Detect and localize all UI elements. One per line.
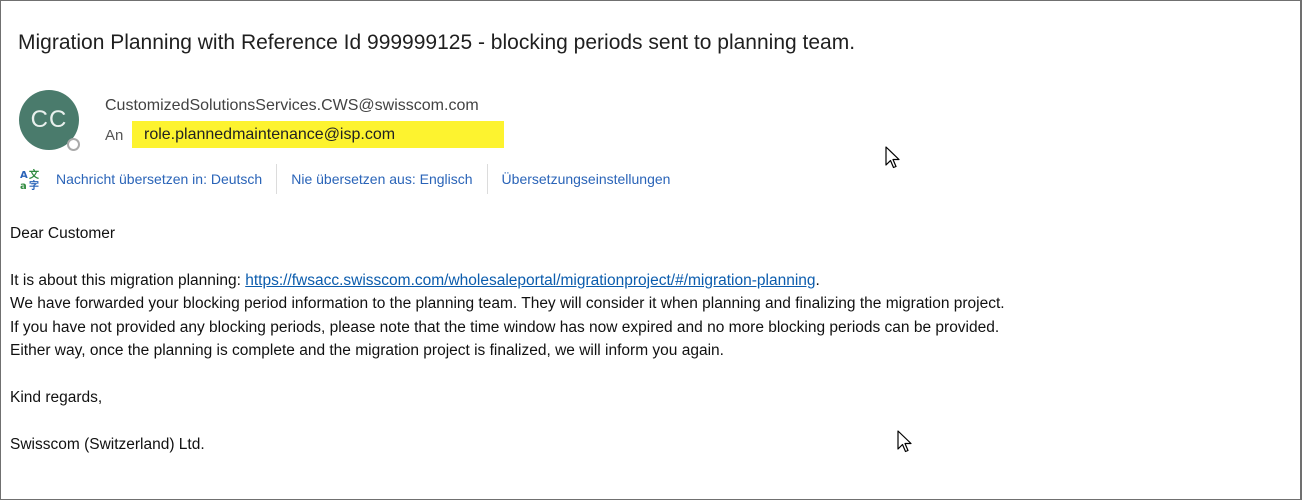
body-line-1: It is about this migration planning: htt… bbox=[10, 269, 1300, 292]
sender-address[interactable]: CustomizedSolutionsServices.CWS@swisscom… bbox=[105, 96, 479, 116]
email-reading-pane: Migration Planning with Reference Id 999… bbox=[0, 0, 1302, 500]
svg-text:a: a bbox=[20, 181, 27, 190]
migration-planning-link[interactable]: https://fwsacc.swisscom.com/wholesalepor… bbox=[245, 272, 815, 289]
translate-icon: A a 文 字 bbox=[19, 168, 40, 190]
email-subject: Migration Planning with Reference Id 999… bbox=[18, 31, 856, 54]
body-line-4: Either way, once the planning is complet… bbox=[10, 342, 724, 360]
toolbar-divider bbox=[276, 164, 278, 194]
body-line-3: If you have not provided any blocking pe… bbox=[10, 318, 1000, 336]
greeting: Dear Customer bbox=[10, 225, 116, 242]
never-translate-link[interactable]: Nie übersetzen aus: Englisch bbox=[291, 161, 472, 197]
closing: Kind regards, bbox=[10, 388, 103, 406]
email-body: Dear Customer It is about this migration… bbox=[10, 222, 1300, 456]
mouse-pointer-icon bbox=[885, 146, 900, 169]
body-line-1-suffix: . bbox=[815, 271, 820, 289]
to-label: An bbox=[105, 127, 124, 144]
translate-message-link[interactable]: Nachricht übersetzen in: Deutsch bbox=[56, 161, 262, 197]
body-line-2: We have forwarded your blocking period i… bbox=[10, 295, 1005, 313]
translation-bar: A a 文 字 Nachricht übersetzen in: Deutsch… bbox=[19, 161, 670, 197]
svg-text:字: 字 bbox=[29, 179, 39, 190]
recipient-address[interactable]: role.plannedmaintenance@isp.com bbox=[132, 121, 504, 148]
toolbar-divider bbox=[486, 164, 488, 194]
svg-text:文: 文 bbox=[29, 168, 40, 181]
signature: Swisscom (Switzerland) Ltd. bbox=[10, 435, 205, 453]
translation-settings-link[interactable]: Übersetzungseinstellungen bbox=[502, 161, 671, 197]
body-line-1-prefix: It is about this migration planning: bbox=[10, 271, 246, 289]
presence-status-icon bbox=[67, 138, 80, 151]
svg-text:A: A bbox=[20, 170, 28, 181]
